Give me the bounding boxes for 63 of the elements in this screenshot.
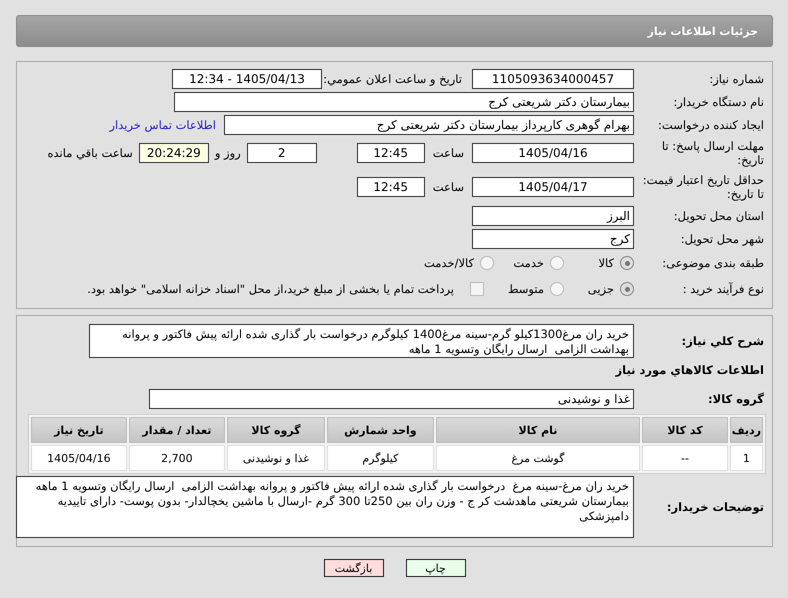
time-field: 12:45 — [356, 143, 425, 163]
city-field: کرج — [472, 228, 634, 248]
page-title: جزئیات اطلاعات نیاز — [16, 15, 773, 47]
radio-icon[interactable] — [480, 256, 494, 270]
buyer-contact-link[interactable]: اطلاعات تماس خریدار — [109, 118, 216, 132]
column-header: ردیف — [730, 417, 763, 443]
province-field: البرز — [472, 206, 634, 226]
time-field: 12:45 — [356, 177, 425, 197]
field-label: ساعت — [432, 146, 464, 160]
section-title: اطلاعات کالاهاي مورد نیاز — [614, 363, 764, 377]
description-box: خرید ران مرغ1300کیلو گرم-سینه مرغ1400 کیلوگرم درخواست بار گذاری شده ارائه پیش فاکتور و پروانه بهداشت الزامی ارسال رایگان وتسویه 1 ماهه — [89, 324, 634, 358]
field-label: توضیحات خریدار: — [666, 500, 764, 514]
table-cell: کیلوگرم — [326, 445, 434, 471]
radio-icon[interactable] — [550, 282, 564, 296]
buyer-field: بیمارستان دکتر شریعتی کرج — [174, 92, 634, 112]
countdown-field: 20:24:29 — [138, 143, 209, 163]
table-cell: 1 — [730, 445, 763, 471]
payment-checkbox[interactable] — [470, 282, 484, 296]
print-button[interactable]: چاپ — [406, 559, 466, 577]
field-label: استان محل تحویل: — [672, 208, 764, 222]
buyer-notes-box: خرید ران مرغ-سینه مرغ درخواست بار گذاری شده ارائه پیش فاکتور و پروانه بهداشت الزامی ارسال رایگان وتسویه 1 ماهه بیمارستان شریعتی ماهدشت کر ج - وزن ران بین 250تا 300 گرم -ارسال با ماشین یخچالدار- بدون پوست- دارای تاییدیه دامپزشکی — [16, 476, 634, 538]
column-header: تاریخ نیاز — [31, 417, 127, 443]
column-header: کد کالا — [642, 417, 728, 443]
radio-option[interactable]: خدمت — [494, 256, 564, 270]
table-cell: غذا و نوشیدنی — [226, 445, 325, 471]
field-label: نوع فرآیند خرید : — [682, 282, 764, 296]
column-header: تعداد / مقدار — [128, 417, 225, 443]
goods-group-field: غذا و نوشیدنی — [149, 389, 634, 409]
field-label: مهلت ارسال پاسخ: تا تاریخ: — [660, 139, 764, 167]
radio-icon[interactable] — [620, 282, 634, 296]
field-label: ساعت — [432, 180, 464, 194]
back-button[interactable]: بازگشت — [324, 559, 384, 577]
date-field: 1405/04/16 — [472, 143, 634, 163]
radio-option[interactable]: کالا/خدمت — [424, 256, 494, 270]
radio-option[interactable]: کالا — [564, 256, 634, 270]
table-cell: 2,700 — [128, 445, 225, 471]
column-header: واحد شمارش — [326, 417, 434, 443]
creator-field: بهرام گوهری کارپرداز بیمارستان دکتر شریعتی کرج — [224, 114, 634, 134]
radio-icon[interactable] — [550, 256, 564, 270]
days-field: 2 — [246, 143, 317, 163]
table-cell: گوشت مرغ — [436, 445, 640, 471]
field-label: حداقل تاریخ اعتبار قیمت: تا تاریخ: — [642, 173, 764, 201]
field-label: ایجاد کننده درخواست: — [657, 118, 764, 132]
radio-option[interactable]: جزیی — [564, 282, 634, 296]
field-label: شهر محل تحویل: — [680, 232, 764, 246]
field-label: تاریخ و ساعت اعلان عمومي: — [322, 72, 462, 86]
payment-note: پرداخت تمام یا بخشی از مبلغ خرید،از محل "اسناد خزانه اسلامی" خواهد بود. — [87, 282, 454, 296]
field-label: نام دستگاه خریدار: — [672, 94, 764, 108]
field-label: طبقه بندی موضوعی: — [661, 256, 764, 270]
need-number-field: 1105093634000457 — [472, 68, 634, 88]
field-label: ساعت باقي مانده — [48, 146, 133, 160]
column-header: نام کالا — [436, 417, 640, 443]
table-cell: 1405/04/16 — [31, 445, 127, 471]
date-field: 1405/04/17 — [472, 177, 634, 197]
radio-option[interactable]: متوسط — [494, 282, 564, 296]
radio-icon[interactable] — [620, 256, 634, 270]
table-cell: -- — [642, 445, 728, 471]
field-label: شماره نیاز: — [708, 72, 764, 86]
column-header: گروه کالا — [226, 417, 325, 443]
field-label: روز و — [214, 146, 241, 160]
field-label: گروه کالا: — [707, 392, 764, 406]
field-label: شرح کلي نیاز: — [680, 334, 764, 348]
announce-date-field: 1405/04/13 - 12:34 — [172, 68, 322, 88]
